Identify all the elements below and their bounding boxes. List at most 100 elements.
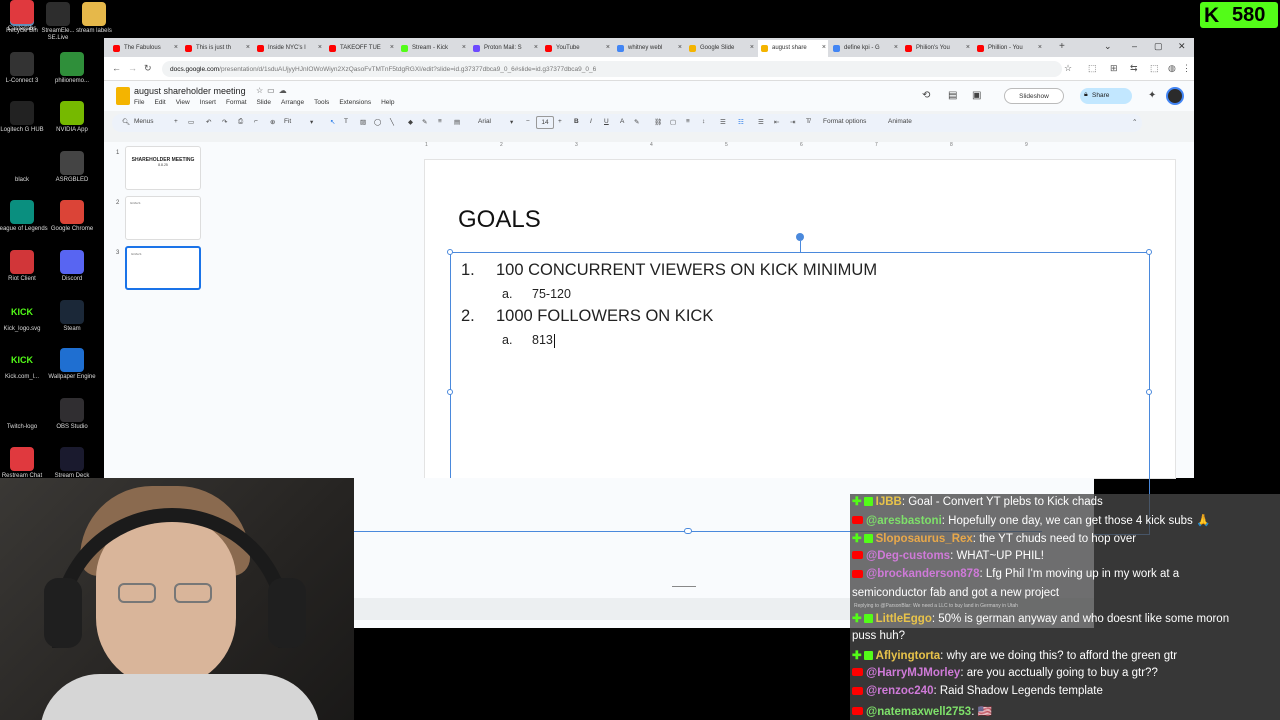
decrease-indent-icon[interactable]: ⇤ — [774, 118, 779, 126]
menu-help[interactable]: Help — [381, 99, 394, 106]
menus-search[interactable]: Menus — [134, 118, 154, 125]
minimize-button[interactable]: – — [1132, 41, 1137, 51]
extension-icon[interactable]: ⇆ — [1130, 63, 1138, 74]
browser-tab[interactable]: This is just th × — [182, 40, 252, 57]
desktop-icon[interactable]: Google Chrome — [46, 200, 98, 233]
bold-icon[interactable]: B — [574, 118, 579, 125]
collapse-toolbar-icon[interactable]: ⌃ — [1132, 118, 1137, 126]
maximize-button[interactable]: ▢ — [1154, 41, 1163, 52]
font-select[interactable]: Arial — [478, 118, 491, 125]
close-tab-icon[interactable]: × — [390, 44, 394, 51]
document-title[interactable]: august shareholder meeting — [134, 86, 246, 96]
desktop-icon[interactable]: Steam — [46, 300, 98, 333]
browser-tab[interactable]: The Fabulous × — [110, 40, 180, 57]
desktop-icon[interactable]: ASRGBLED — [46, 151, 98, 184]
desktop-icon[interactable]: Restream Chat — [0, 447, 48, 480]
slide-title[interactable]: GOALS — [458, 206, 541, 234]
comment-icon[interactable]: ▢ — [670, 118, 676, 126]
browser-tab[interactable]: Phillion - You × — [974, 40, 1044, 57]
goal-item-1[interactable]: 100 CONCURRENT VIEWERS ON KICK MINIMUM — [496, 261, 877, 280]
extension-icon[interactable]: ⬚ — [1088, 63, 1097, 74]
desktop-icon[interactable]: Discord — [46, 250, 98, 283]
desktop-icon[interactable]: Stream Deck — [46, 447, 98, 480]
menu-format[interactable]: Format — [226, 99, 247, 106]
goal-item-2[interactable]: 1000 FOLLOWERS ON KICK — [496, 307, 713, 326]
decrease-font-icon[interactable]: − — [526, 118, 530, 125]
browser-tab[interactable]: TAKEOFF TUE × — [326, 40, 396, 57]
new-tab-button[interactable]: + — [1059, 41, 1065, 52]
avatar[interactable] — [1166, 87, 1184, 105]
menu-insert[interactable]: Insert — [200, 99, 216, 106]
highlight-icon[interactable]: ✎ — [634, 118, 639, 126]
zoom-icon[interactable]: ⊕ — [270, 118, 275, 126]
clear-formatting-icon[interactable]: T̸ — [806, 118, 810, 125]
notes-resize-grip[interactable] — [672, 586, 696, 587]
resize-handle[interactable] — [1146, 249, 1152, 255]
resize-handle[interactable] — [1146, 389, 1152, 395]
browser-tab[interactable]: whitney webl × — [614, 40, 684, 57]
close-tab-icon[interactable]: × — [678, 44, 682, 51]
desktop-icon[interactable]: black — [0, 151, 48, 184]
browser-tab[interactable]: Stream - Kick × — [398, 40, 468, 57]
menu-slide[interactable]: Slide — [257, 99, 271, 106]
desktop-icon[interactable]: KICK Kick_logo.svg — [0, 300, 48, 333]
cloud-status-icon[interactable]: ☁ — [279, 86, 291, 95]
menu-edit[interactable]: Edit — [154, 99, 165, 106]
select-tool-icon[interactable]: ↖ — [330, 118, 335, 126]
increase-indent-icon[interactable]: ⇥ — [790, 118, 795, 126]
desktop-icon[interactable]: Wallpaper Engine — [46, 348, 98, 381]
print-icon[interactable]: ⎙ — [238, 118, 243, 126]
border-dash-icon[interactable]: ▤ — [454, 118, 460, 126]
star-icon[interactable]: ☆ — [256, 86, 267, 95]
search-menus-icon[interactable]: 🔍︎ — [122, 118, 130, 126]
close-tab-icon[interactable]: × — [894, 44, 898, 51]
reload-icon[interactable]: ↻ — [144, 63, 152, 74]
desktop-icon[interactable]: stream labels — [68, 2, 120, 35]
underline-icon[interactable]: U — [604, 118, 609, 125]
font-dropdown-icon[interactable]: ▾ — [510, 118, 513, 126]
desktop-icon[interactable]: Casterlabs — [0, 0, 48, 33]
menu-tools[interactable]: Tools — [314, 99, 329, 106]
line-tool-icon[interactable]: ╲ — [390, 118, 394, 126]
version-history-icon[interactable]: ⟲ — [922, 90, 930, 101]
close-tab-icon[interactable]: × — [246, 44, 250, 51]
desktop-icon[interactable]: NVIDIA App — [46, 101, 98, 134]
browser-tab[interactable]: Philion's You × — [902, 40, 972, 57]
new-slide-icon[interactable]: + — [174, 118, 178, 125]
url-field[interactable]: docs.google.com/presentation/d/1sduAUjyy… — [162, 61, 1062, 77]
paint-format-icon[interactable]: ⌐ — [254, 118, 258, 125]
line-spacing-icon[interactable]: ↕ — [702, 118, 705, 125]
redo-icon[interactable]: ↷ — [222, 118, 227, 126]
profile-icon[interactable]: ◍ — [1168, 63, 1176, 74]
textbox-tool-icon[interactable]: T — [344, 118, 348, 125]
goal-item-1-detail[interactable]: 75-120 — [532, 287, 571, 301]
undo-icon[interactable]: ↶ — [206, 118, 211, 126]
close-tab-icon[interactable]: × — [318, 44, 322, 51]
menu-arrange[interactable]: Arrange — [281, 99, 304, 106]
border-weight-icon[interactable]: ≡ — [438, 118, 442, 125]
meet-icon[interactable]: ▣ — [972, 90, 981, 101]
desktop-icon[interactable]: L-Connect 3 — [0, 52, 48, 85]
desktop-icon[interactable]: Twitch-logo — [0, 398, 48, 431]
resize-handle[interactable] — [447, 249, 453, 255]
close-tab-icon[interactable]: × — [462, 44, 466, 51]
browser-tab[interactable]: define kpi - G × — [830, 40, 900, 57]
browser-tab[interactable]: Inside NYC's I × — [254, 40, 324, 57]
bookmark-star-icon[interactable]: ☆ — [1064, 63, 1072, 74]
extension-icon[interactable]: ⊞ — [1110, 63, 1118, 74]
italic-icon[interactable]: I — [590, 118, 592, 125]
tab-search-icon[interactable]: ⌄ — [1104, 41, 1112, 52]
resize-handle[interactable] — [447, 389, 453, 395]
close-tab-icon[interactable]: × — [966, 44, 970, 51]
rotate-handle[interactable] — [796, 233, 804, 241]
browser-tab[interactable]: Proton Mail: S × — [470, 40, 540, 57]
browser-tab[interactable]: YouTube × — [542, 40, 612, 57]
numbered-list-icon[interactable]: ☷ — [738, 118, 744, 126]
browser-menu-icon[interactable]: ⋮ — [1182, 63, 1191, 74]
image-tool-icon[interactable]: ▨ — [360, 118, 366, 126]
menu-view[interactable]: View — [176, 99, 190, 106]
close-tab-icon[interactable]: × — [606, 44, 610, 51]
bulleted-list-icon[interactable]: ☰ — [758, 118, 764, 126]
desktop-icon[interactable]: KICK Kick.com_l... — [0, 348, 48, 381]
move-folder-icon[interactable]: ▭ — [267, 86, 279, 95]
